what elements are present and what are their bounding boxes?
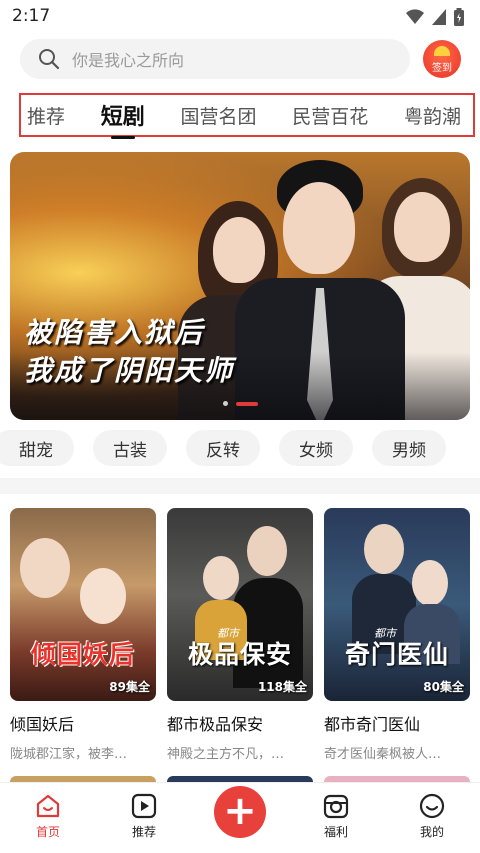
chip-male[interactable]: 男频 — [372, 430, 446, 466]
nav-recommend[interactable]: 推荐 — [109, 793, 179, 840]
chip-costume[interactable]: 古装 — [93, 430, 167, 466]
smile-icon — [419, 793, 445, 819]
section-divider — [0, 478, 480, 494]
banner-title: 被陷害入狱后 我成了阴阳天师 — [24, 314, 234, 390]
card-title: 都市极品保安 — [167, 715, 264, 734]
tab-underline — [110, 136, 135, 139]
create-button[interactable]: + — [214, 786, 266, 838]
card-cover: 都市 奇门医仙 80集全 — [324, 508, 470, 701]
battery-icon — [454, 8, 464, 26]
card-title: 都市奇门医仙 — [324, 715, 421, 734]
card-episodes: 89集全 — [109, 680, 150, 694]
card-episodes: 118集全 — [257, 680, 307, 694]
nav-label: 首页 — [35, 825, 60, 839]
card-title: 倾国妖后 — [10, 715, 75, 734]
banner-dot[interactable] — [223, 401, 228, 406]
search-input[interactable]: 你是我心之所向 — [20, 39, 410, 79]
search-placeholder: 你是我心之所向 — [72, 51, 185, 70]
banner-pagination — [223, 401, 258, 406]
drama-card[interactable]: 都市 极品保安 118集全 都市极品保安 神殿之主方不凡，… — [167, 508, 313, 762]
card-description: 神殿之主方不凡，… — [167, 747, 285, 762]
category-tabs: 推荐 短剧 国营名团 民营百花 粤韵潮 — [19, 93, 475, 139]
card-description: 陇城郡江家，被李… — [10, 747, 128, 762]
nav-label: 我的 — [419, 825, 444, 839]
plus-icon: + — [223, 787, 257, 834]
nav-home[interactable]: 首页 — [13, 793, 83, 840]
nav-welfare[interactable]: 福利 — [301, 793, 371, 840]
status-bar: 2:17 — [0, 0, 480, 34]
search-icon — [39, 49, 60, 70]
card-cover-title: 极品保安 — [187, 640, 292, 669]
featured-banner[interactable]: 被陷害入狱后 我成了阴阳天师 — [10, 152, 470, 420]
home-icon — [36, 794, 60, 818]
chip-female[interactable]: 女频 — [279, 430, 353, 466]
nav-label: 推荐 — [131, 825, 156, 839]
status-time: 2:17 — [12, 6, 51, 26]
gift-icon — [323, 794, 349, 819]
card-description: 奇才医仙秦枫被人… — [324, 747, 442, 762]
card-cover: 都市 极品保安 118集全 — [167, 508, 313, 701]
tab-label: 短剧 — [100, 105, 145, 130]
banner-title-line2: 我成了阴阳天师 — [24, 354, 235, 387]
bottom-navigation: 首页 推荐 + 福利 我的 — [0, 782, 480, 853]
genre-chips: 甜宠 古装 反转 女频 男频 — [0, 430, 480, 468]
banner-dot-active[interactable] — [236, 401, 258, 406]
tab-short-drama[interactable]: 短剧 — [100, 99, 145, 139]
status-icons — [406, 8, 464, 26]
checkin-label: 签到 — [432, 63, 452, 74]
card-cover-title: 倾国妖后 — [30, 640, 135, 669]
wifi-icon — [406, 9, 424, 24]
drama-card[interactable]: 都市 奇门医仙 80集全 都市奇门医仙 奇才医仙秦枫被人… — [324, 508, 470, 762]
chip-twist[interactable]: 反转 — [186, 430, 260, 466]
tab-state-troupes[interactable]: 国营名团 — [180, 102, 256, 129]
tab-recommend[interactable]: 推荐 — [27, 102, 65, 129]
signal-icon — [432, 9, 446, 25]
card-episodes: 80集全 — [423, 680, 464, 694]
tab-cantonese-opera[interactable]: 粤韵潮 — [404, 102, 461, 129]
card-cover-title: 奇门医仙 — [344, 640, 449, 669]
drama-card[interactable]: 倾国妖后 89集全 倾国妖后 陇城郡江家，被李… — [10, 508, 156, 762]
banner-title-line1: 被陷害入狱后 — [24, 316, 205, 349]
search-row: 你是我心之所向 签到 — [0, 36, 480, 82]
checkin-button[interactable]: 签到 — [423, 40, 461, 78]
nav-profile[interactable]: 我的 — [397, 793, 467, 840]
play-icon — [131, 793, 157, 819]
tab-private-troupes[interactable]: 民营百花 — [292, 102, 368, 129]
card-cover: 倾国妖后 89集全 — [10, 508, 156, 701]
chip-sweet[interactable]: 甜宠 — [0, 430, 74, 466]
nav-label: 福利 — [323, 825, 348, 839]
sun-icon — [434, 46, 450, 56]
